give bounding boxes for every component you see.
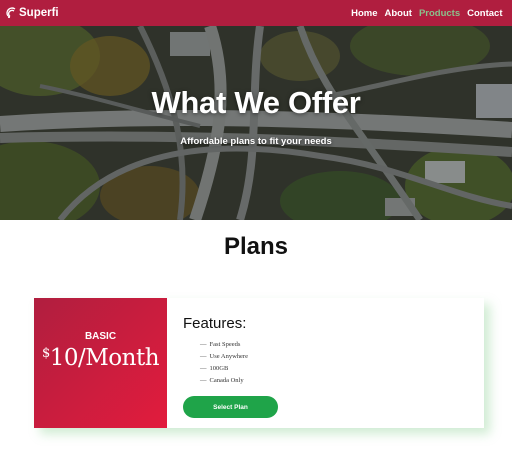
plan-price: $10/Month	[34, 345, 167, 371]
nav-link-about[interactable]: About	[381, 8, 415, 19]
feature-item: —100GB	[200, 365, 229, 372]
hero-subtitle: Affordable plans to fit your needs	[180, 136, 332, 147]
plans-heading: Plans	[223, 233, 289, 260]
plan-price-value: 10/Month	[49, 345, 160, 371]
feature-list: — Fast Speeds — Use Anywhere —100GB — Canad…	[200, 339, 400, 387]
nav-link-products[interactable]: Products	[415, 8, 463, 19]
select-plan-button[interactable]: Select Plan	[183, 396, 278, 418]
nav-link-contact[interactable]: Contact	[464, 8, 506, 19]
feature-item: — Use Anywhere	[200, 353, 248, 360]
feature-item: — Canada Only	[200, 377, 244, 384]
brand-link[interactable]: Superfi	[6, 7, 59, 19]
features-title: Features:	[183, 315, 247, 332]
plan-name: BASIC	[84, 331, 117, 342]
nav-links: Home About Products Contact	[348, 8, 506, 19]
hero-background-image	[0, 26, 512, 220]
hero-section: What We Offer Affordable plans to fit yo…	[0, 26, 512, 220]
feature-item: — Fast Speeds	[200, 341, 241, 348]
plan-card-basic: BASIC $10/Month Features: — Fast Speeds —…	[34, 298, 484, 428]
plan-currency: $	[41, 346, 50, 361]
wifi-icon	[6, 7, 16, 19]
brand-name: Superfi	[19, 7, 59, 19]
nav-link-home[interactable]: Home	[348, 8, 381, 19]
plan-price-panel: BASIC $10/Month	[34, 298, 167, 428]
navbar: Superfi Home About Products Contact	[0, 0, 512, 26]
hero-title: What We Offer	[151, 85, 361, 120]
